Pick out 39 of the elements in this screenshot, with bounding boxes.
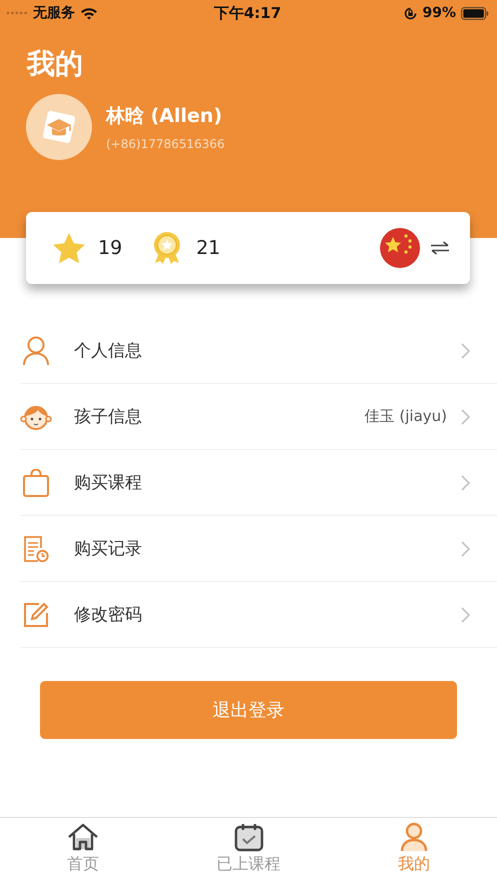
stat-count: 21: [196, 237, 220, 259]
battery-percent: 99%: [422, 5, 456, 21]
status-time: 下午4:17: [214, 4, 282, 22]
chevron-right-icon: [461, 408, 470, 424]
menu-item[interactable]: 修改密码: [20, 582, 497, 648]
menu-item[interactable]: 购买记录: [20, 516, 497, 582]
phone-number: (+86)17786516366: [106, 137, 225, 151]
china-flag-icon[interactable]: [380, 228, 420, 268]
person-icon: [20, 336, 52, 366]
tab-label: 首页: [66, 854, 99, 875]
tab-label: 我的: [398, 854, 430, 875]
page-title: 我的: [27, 46, 84, 82]
menu-label: 购买课程: [74, 472, 142, 494]
menu-label: 个人信息: [74, 340, 142, 362]
user-name: 林晗 (Allen): [106, 104, 224, 129]
home-icon: [66, 822, 99, 852]
chevron-right-icon: [461, 606, 470, 622]
battery-icon: [461, 6, 489, 20]
signal-icon: [6, 11, 28, 15]
tab-label: 已上课程: [216, 854, 280, 875]
calendar-check-icon: [234, 822, 264, 852]
star-icon: [52, 232, 86, 264]
chevron-right-icon: [461, 540, 470, 556]
menu-item[interactable]: 个人信息: [20, 318, 497, 384]
chevron-right-icon: [461, 342, 470, 358]
wifi-icon: [80, 6, 98, 20]
menu-item[interactable]: 孩子信息 佳玉 (jiayu): [20, 384, 497, 450]
stat-count: 19: [98, 237, 122, 259]
menu-label: 修改密码: [74, 604, 142, 626]
rotation-lock-icon: [404, 6, 418, 20]
menu-value: 佳玉 (jiayu): [364, 407, 447, 426]
menu-label: 购买记录: [74, 538, 142, 560]
menu-item[interactable]: 购买课程: [20, 450, 497, 516]
menu-label: 孩子信息: [74, 406, 142, 428]
switch-arrows-icon[interactable]: [430, 241, 450, 255]
person-icon: [399, 822, 430, 852]
carrier-text: 无服务: [33, 4, 75, 22]
chevron-right-icon: [461, 474, 470, 490]
shopping-bag-icon: [20, 468, 52, 496]
